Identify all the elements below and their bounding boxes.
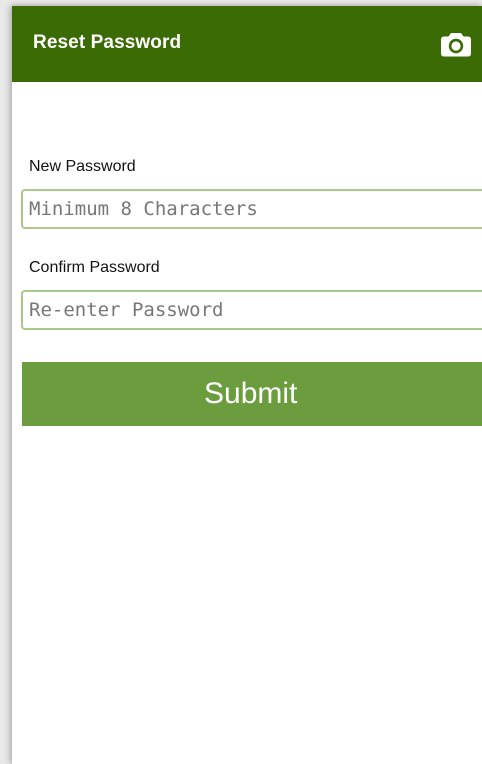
submit-button[interactable]: Submit	[22, 362, 482, 426]
page-title: Reset Password	[33, 32, 182, 53]
camera-icon	[441, 33, 471, 57]
app-bar: Reset Password	[12, 6, 482, 82]
new-password-input[interactable]	[21, 189, 482, 229]
app-screen: Reset Password New Password Confirm Pass…	[12, 6, 482, 764]
confirm-password-label: Confirm Password	[29, 259, 160, 276]
camera-button[interactable]	[436, 24, 476, 64]
new-password-label: New Password	[29, 158, 136, 175]
confirm-password-input[interactable]	[21, 290, 482, 330]
